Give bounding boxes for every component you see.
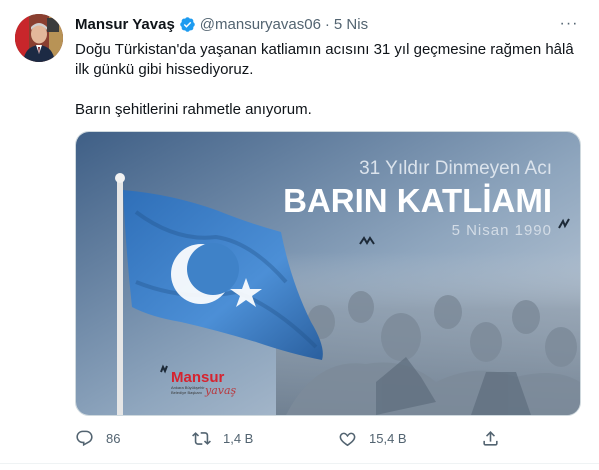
media-date: 5 Nisan 1990: [452, 222, 552, 239]
retweet-icon: [192, 431, 211, 445]
reply-icon: [76, 430, 93, 446]
like-button[interactable]: 15,4 B: [338, 426, 407, 450]
tweet-media-image[interactable]: 31 Yıldır Dinmeyen Acı BARIN KATLİAMI 5 …: [75, 131, 581, 416]
share-icon: [483, 430, 498, 446]
retweet-button[interactable]: 1,4 B: [192, 426, 253, 450]
more-options-label: ···: [559, 15, 579, 32]
avatar[interactable]: [15, 14, 63, 62]
media-subtitle: 31 Yıldır Dinmeyen Acı: [359, 158, 552, 179]
tweet[interactable]: Mansur Yavaş @mansuryavas06 · 5 Nis ··· …: [0, 0, 599, 470]
heart-icon: [339, 432, 356, 446]
tweet-text-paragraph: Doğu Türkistan'da yaşanan katliamın acıs…: [75, 41, 574, 78]
tweet-text-paragraph: Barın şehitlerini rahmetle anıyorum.: [75, 101, 312, 118]
like-count: 15,4 B: [369, 430, 407, 446]
tweet-actions: 86 1,4 B 15,4 B: [75, 426, 580, 450]
separator-dot: ·: [324, 15, 330, 33]
timestamp[interactable]: 5 Nis: [334, 16, 368, 33]
verified-badge-icon: [179, 16, 196, 33]
tweet-text: Doğu Türkistan'da yaşanan katliamın acıs…: [75, 40, 580, 120]
tweet-header: Mansur Yavaş @mansuryavas06 · 5 Nis: [75, 14, 368, 34]
share-button[interactable]: [481, 426, 500, 450]
more-options-icon[interactable]: ···: [557, 12, 581, 36]
reply-count: 86: [106, 430, 121, 446]
flag-pole: [117, 180, 123, 415]
logo-caption-2: Belediye Başkanı: [171, 390, 202, 395]
media-title: BARIN KATLİAMI: [283, 182, 552, 219]
author-name[interactable]: Mansur Yavaş: [75, 16, 175, 33]
retweet-count: 1,4 B: [223, 430, 254, 446]
reply-button[interactable]: 86: [75, 426, 120, 450]
logo-script: yavaş: [204, 384, 237, 397]
divider: [0, 463, 599, 464]
author-handle[interactable]: @mansuryavas06: [200, 16, 321, 33]
